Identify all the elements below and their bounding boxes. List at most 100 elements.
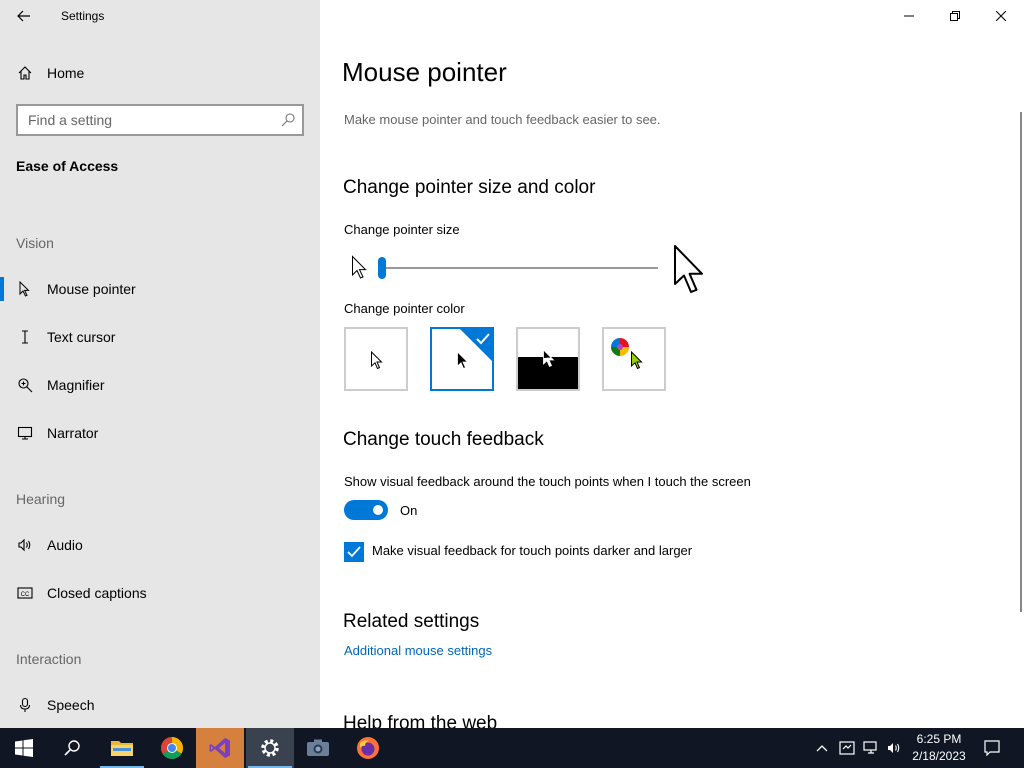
back-arrow-icon xyxy=(17,10,30,22)
sidebar-item-speech[interactable]: Speech xyxy=(0,685,320,725)
pointer-color-black[interactable] xyxy=(430,327,494,391)
title-bar: Settings xyxy=(0,0,320,32)
firefox-icon xyxy=(357,737,379,759)
sidebar-item-narrator[interactable]: Narrator xyxy=(0,413,320,453)
sidebar-item-mouse-pointer[interactable]: Mouse pointer xyxy=(0,269,320,309)
taskbar-settings[interactable] xyxy=(246,728,294,768)
clock-time: 6:25 PM xyxy=(916,732,962,746)
taskbar-camera[interactable] xyxy=(294,728,342,768)
slider-track[interactable] xyxy=(380,267,658,269)
toggle-knob xyxy=(373,505,383,515)
selected-check-icon xyxy=(460,329,492,361)
group-header-hearing: Hearing xyxy=(16,491,66,507)
pointer-size-slider[interactable] xyxy=(344,240,714,300)
pointer-color-custom[interactable] xyxy=(602,327,666,391)
search-input[interactable] xyxy=(28,110,268,130)
sidebar-item-magnifier[interactable]: Magnifier xyxy=(0,365,320,405)
closed-captions-icon: CC xyxy=(16,584,34,602)
pointer-size-label: Change pointer size xyxy=(344,222,460,237)
notification-icon xyxy=(984,740,1000,756)
folder-icon xyxy=(111,741,133,756)
network-button[interactable] xyxy=(861,738,881,758)
additional-mouse-settings-link[interactable]: Additional mouse settings xyxy=(344,643,492,658)
section-title: Ease of Access xyxy=(16,158,119,174)
search-box[interactable] xyxy=(16,104,304,136)
sidebar-item-text-cursor[interactable]: Text cursor xyxy=(0,317,320,357)
taskbar-firefox[interactable] xyxy=(344,728,392,768)
pointer-section-heading: Change pointer size and color xyxy=(343,177,596,198)
inverted-pointer-icon xyxy=(543,349,555,368)
microphone-icon xyxy=(16,696,34,714)
pointer-color-inverted[interactable] xyxy=(516,327,580,391)
white-pointer-icon xyxy=(371,351,383,370)
visual-studio-icon xyxy=(209,738,230,758)
touch-section-heading: Change touch feedback xyxy=(343,429,544,450)
toggle-state-label: On xyxy=(400,503,418,518)
tray-app-icon[interactable] xyxy=(837,738,857,758)
sidebar-item-audio[interactable]: Audio xyxy=(0,525,320,565)
checkmark-icon xyxy=(347,546,361,558)
pointer-color-label: Change pointer color xyxy=(344,301,465,316)
taskbar-clock[interactable]: 6:25 PM 2/18/2023 xyxy=(906,731,972,765)
taskbar: 6:25 PM 2/18/2023 xyxy=(0,728,1024,768)
large-pointer-icon xyxy=(674,245,703,293)
sidebar-item-closed-captions[interactable]: CC Closed captions xyxy=(0,573,320,613)
taskbar-search-button[interactable] xyxy=(48,728,96,768)
sidebar: Settings Home Ease of Access Vision Mous… xyxy=(0,0,320,728)
network-icon xyxy=(863,741,877,754)
audio-icon xyxy=(16,536,34,554)
sidebar-item-label: Home xyxy=(47,65,85,81)
sidebar-item-label: Audio xyxy=(47,537,83,553)
app-title: Settings xyxy=(61,9,105,23)
windows-logo-icon xyxy=(15,739,33,757)
restore-icon xyxy=(950,11,960,21)
start-button[interactable] xyxy=(0,728,48,768)
restore-button[interactable] xyxy=(932,0,978,32)
darker-feedback-checkbox[interactable] xyxy=(344,542,364,562)
camera-icon xyxy=(307,739,329,756)
chevron-up-icon xyxy=(816,745,828,752)
slider-thumb[interactable] xyxy=(378,257,386,279)
close-icon xyxy=(996,11,1006,21)
search-icon xyxy=(64,740,80,756)
color-wheel-icon xyxy=(611,338,629,356)
help-heading: Help from the web xyxy=(343,713,498,728)
pointer-color-white[interactable] xyxy=(344,327,408,391)
group-header-vision: Vision xyxy=(16,235,54,251)
search-icon[interactable] xyxy=(280,112,296,128)
gear-icon xyxy=(261,739,279,757)
show-hidden-icons-button[interactable] xyxy=(812,738,832,758)
scrollbar[interactable] xyxy=(1020,112,1022,612)
sidebar-item-home[interactable]: Home xyxy=(0,58,320,88)
sidebar-item-label: Mouse pointer xyxy=(47,281,136,297)
volume-icon xyxy=(888,743,900,753)
small-pointer-icon xyxy=(352,255,367,279)
main-content: Mouse pointer Make mouse pointer and tou… xyxy=(320,0,1024,728)
mouse-pointer-icon xyxy=(16,280,34,298)
back-button[interactable] xyxy=(8,2,40,30)
chrome-icon xyxy=(161,737,183,759)
text-cursor-icon xyxy=(16,328,34,346)
darker-feedback-label[interactable]: Make visual feedback for touch points da… xyxy=(372,543,692,558)
minimize-button[interactable] xyxy=(886,0,932,32)
taskbar-visual-studio[interactable] xyxy=(196,728,244,768)
sidebar-item-label: Closed captions xyxy=(47,585,147,601)
close-button[interactable] xyxy=(978,0,1024,32)
svg-text:CC: CC xyxy=(21,592,30,598)
magnifier-icon xyxy=(16,376,34,394)
sidebar-item-label: Speech xyxy=(47,697,95,713)
group-header-interaction: Interaction xyxy=(16,651,82,667)
window-controls xyxy=(886,0,1024,32)
action-center-button[interactable] xyxy=(982,738,1002,758)
touch-feedback-toggle[interactable] xyxy=(344,500,388,520)
sidebar-item-label: Magnifier xyxy=(47,377,105,393)
volume-button[interactable] xyxy=(884,738,904,758)
taskbar-chrome[interactable] xyxy=(148,728,196,768)
sidebar-item-label: Narrator xyxy=(47,425,99,441)
taskbar-file-explorer[interactable] xyxy=(98,728,146,768)
sidebar-item-label: Text cursor xyxy=(47,329,116,345)
home-icon xyxy=(16,64,34,82)
page-title: Mouse pointer xyxy=(342,57,507,87)
custom-pointer-icon xyxy=(631,351,643,370)
clock-date: 2/18/2023 xyxy=(912,749,966,763)
